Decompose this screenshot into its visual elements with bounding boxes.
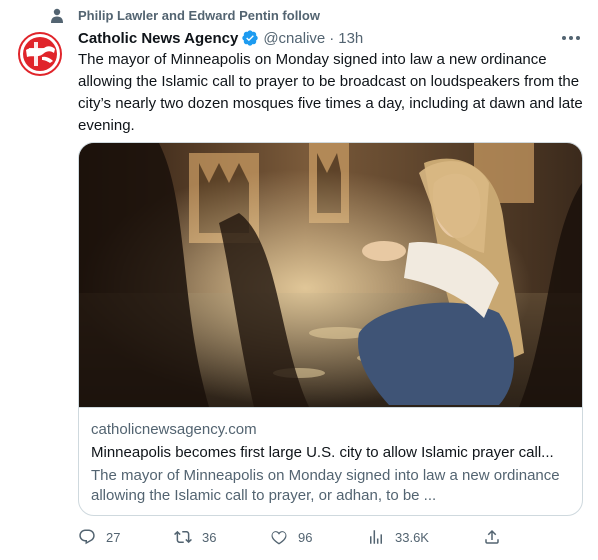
social-context-text[interactable]: Philip Lawler and Edward Pentin follow (78, 8, 320, 24)
card-description: The mayor of Minneapolis on Monday signe… (91, 467, 560, 504)
share-button[interactable] (483, 528, 501, 546)
repost-count: 36 (202, 529, 217, 545)
card-body[interactable]: catholicnewsagency.com Minneapolis becom… (79, 407, 582, 515)
repost-button[interactable]: 36 (174, 528, 216, 546)
social-context: Philip Lawler and Edward Pentin follow (0, 6, 598, 26)
card-image[interactable] (79, 143, 582, 407)
tweet-timestamp[interactable]: 13h (338, 30, 363, 47)
link-card[interactable]: catholicnewsagency.com Minneapolis becom… (78, 142, 583, 516)
views-count: 33.6K (395, 529, 429, 545)
author-handle[interactable]: @cnalive (263, 30, 325, 47)
more-options-icon[interactable] (562, 36, 580, 42)
reply-count: 27 (106, 529, 121, 545)
card-title[interactable]: Minneapolis becomes first large U.S. cit… (91, 443, 570, 463)
cna-logo-icon (16, 30, 64, 78)
share-icon (485, 529, 499, 544)
like-button[interactable]: 96 (270, 528, 312, 546)
reply-icon (79, 529, 95, 545)
tweet-actions: 27 36 96 33.6K (78, 528, 583, 550)
tweet-text: The mayor of Minneapolis on Monday signe… (78, 51, 583, 134)
like-count: 96 (298, 529, 313, 545)
card-domain: catholicnewsagency.com (91, 421, 257, 438)
heart-icon (271, 531, 287, 545)
verified-badge-icon[interactable] (241, 29, 259, 47)
views-chart-icon (370, 530, 382, 544)
views-button[interactable]: 33.6K (367, 528, 429, 546)
tweet-header: Catholic News Agency @cnalive · 13h (78, 28, 363, 48)
repost-icon (174, 530, 192, 544)
separator-dot: · (329, 29, 335, 47)
author-name[interactable]: Catholic News Agency (78, 30, 238, 47)
avatar[interactable] (16, 30, 64, 78)
person-icon (51, 8, 63, 23)
reply-button[interactable]: 27 (78, 528, 120, 546)
